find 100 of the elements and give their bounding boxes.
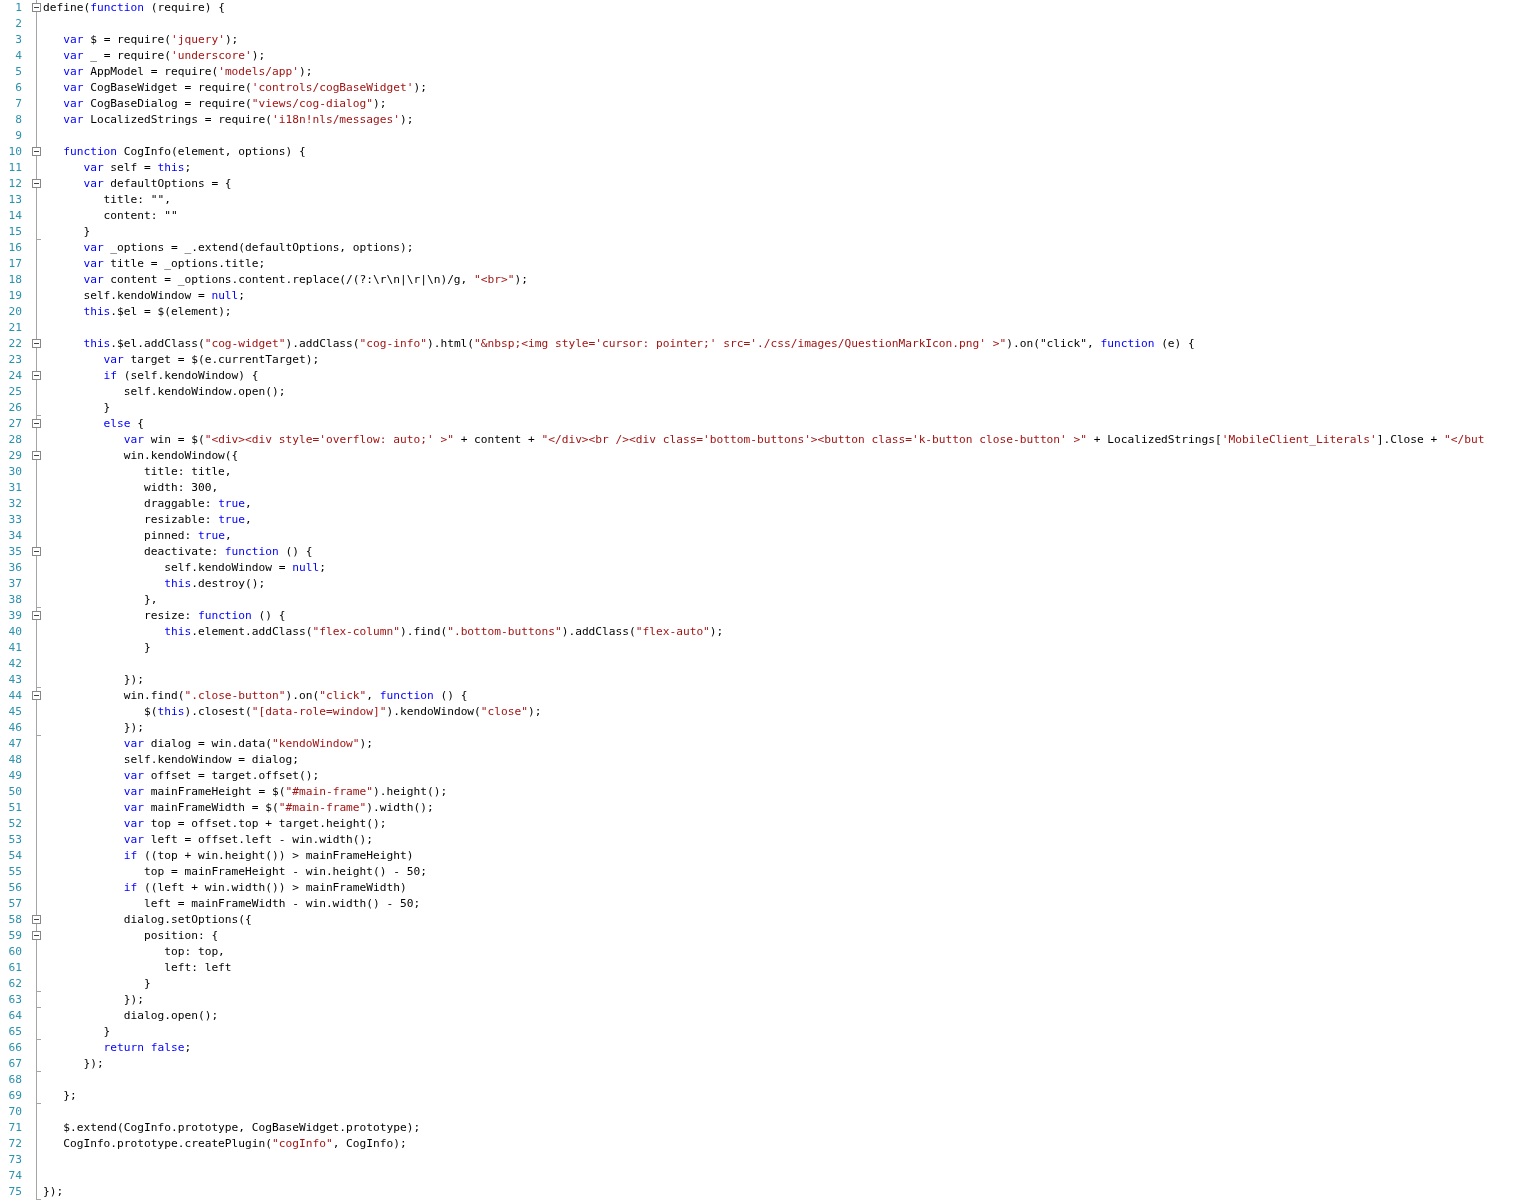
line-number: 18 — [7, 272, 22, 288]
line-number: 8 — [14, 112, 22, 128]
code-line: self.kendoWindow = null; — [163, 560, 326, 576]
code-line: }); — [122, 720, 145, 736]
code-line: dialog.open(); — [122, 1008, 219, 1024]
code-line: var self = this; — [82, 160, 192, 176]
line-number: 59 — [7, 928, 22, 944]
code-line: draggable: true, — [143, 496, 252, 512]
code-line: if ((top + win.height()) > mainFrameHeight) — [122, 848, 414, 864]
code-line: title: "", — [102, 192, 171, 208]
code-line: this.element.addClass("flex-column").find(".bottom-buttons").addClass("flex-auto"); — [163, 624, 724, 640]
line-number: 16 — [7, 240, 22, 256]
line-number: 61 — [7, 960, 22, 976]
collapse-icon[interactable] — [32, 611, 41, 620]
line-number: 2 — [14, 16, 22, 32]
code-line: var LocalizedStrings = require('i18n!nls/messages'); — [62, 112, 414, 128]
code-line: return false; — [102, 1040, 192, 1056]
code-line: var top = offset.top + target.height(); — [122, 816, 387, 832]
collapse-icon[interactable] — [32, 931, 41, 940]
collapse-icon[interactable] — [32, 339, 41, 348]
line-number: 5 — [14, 64, 22, 80]
line-number: 12 — [7, 176, 22, 192]
line-number: 7 — [14, 96, 22, 112]
code-line: if ((left + win.width()) > mainFrameWidth) — [122, 880, 407, 896]
code-line: function CogInfo(element, options) { — [62, 144, 306, 160]
code-line: var defaultOptions = { — [82, 176, 232, 192]
collapse-icon[interactable] — [32, 179, 41, 188]
line-number: 46 — [7, 720, 22, 736]
line-number: 22 — [7, 336, 22, 352]
code-line: pinned: true, — [143, 528, 232, 544]
code-line: var title = _options.title; — [82, 256, 266, 272]
collapse-icon[interactable] — [32, 451, 41, 460]
code-line: define(function (require) { — [43, 0, 225, 16]
code-line: var mainFrameHeight = $("#main-frame").height(); — [122, 784, 448, 800]
code-line: left: left — [163, 960, 232, 976]
code-line: resize: function () { — [143, 608, 286, 624]
line-number: 48 — [7, 752, 22, 768]
code-line: } — [143, 640, 151, 656]
collapse-icon[interactable] — [32, 691, 41, 700]
collapse-icon[interactable] — [32, 3, 41, 12]
line-number: 36 — [7, 560, 22, 576]
line-number: 70 — [7, 1104, 22, 1120]
line-number: 67 — [7, 1056, 22, 1072]
line-number: 34 — [7, 528, 22, 544]
line-number: 20 — [7, 304, 22, 320]
line-number: 31 — [7, 480, 22, 496]
line-number: 21 — [7, 320, 22, 336]
code-line: self.kendoWindow = dialog; — [122, 752, 299, 768]
collapse-icon[interactable] — [32, 419, 41, 428]
line-number: 30 — [7, 464, 22, 480]
line-number: 51 — [7, 800, 22, 816]
line-number: 60 — [7, 944, 22, 960]
line-number: 44 — [7, 688, 22, 704]
code-line: top = mainFrameHeight - win.height() - 50; — [143, 864, 427, 880]
line-number: 33 — [7, 512, 22, 528]
collapse-icon[interactable] — [32, 915, 41, 924]
code-line: resizable: true, — [143, 512, 252, 528]
line-number: 39 — [7, 608, 22, 624]
code-line: }); — [43, 1184, 64, 1200]
line-number: 42 — [7, 656, 22, 672]
line-number: 49 — [7, 768, 22, 784]
line-number: 1 — [14, 0, 22, 16]
line-number: 27 — [7, 416, 22, 432]
code-line: var CogBaseWidget = require('controls/cogBaseWidget'); — [62, 80, 427, 96]
line-number: 62 — [7, 976, 22, 992]
line-number: 26 — [7, 400, 22, 416]
code-line: this.$el.addClass("cog-widget").addClass("cog-info").html("&nbsp;<img style='cursor: pointer;' src='./css/images/QuestionMarkIcon.png' >").on("click", function (e) { — [82, 336, 1195, 352]
line-number: 68 — [7, 1072, 22, 1088]
collapse-icon[interactable] — [32, 371, 41, 380]
line-number: 9 — [14, 128, 22, 144]
line-number: 10 — [7, 144, 22, 160]
code-line: this.destroy(); — [163, 576, 266, 592]
line-number: 43 — [7, 672, 22, 688]
line-number: 35 — [7, 544, 22, 560]
line-number: 55 — [7, 864, 22, 880]
code-line: self.kendoWindow.open(); — [122, 384, 286, 400]
line-number: 28 — [7, 432, 22, 448]
collapse-icon[interactable] — [32, 147, 41, 156]
code-line: win.find(".close-button").on("click", function () { — [122, 688, 468, 704]
code-line: if (self.kendoWindow) { — [102, 368, 259, 384]
code-line: var offset = target.offset(); — [122, 768, 320, 784]
code-line: dialog.setOptions({ — [122, 912, 252, 928]
collapse-icon[interactable] — [32, 547, 41, 556]
line-number: 24 — [7, 368, 22, 384]
line-number: 47 — [7, 736, 22, 752]
line-number: 14 — [7, 208, 22, 224]
code-line: this.$el = $(element); — [82, 304, 232, 320]
code-line: win.kendoWindow({ — [122, 448, 239, 464]
line-number: 4 — [14, 48, 22, 64]
line-number: 13 — [7, 192, 22, 208]
line-number: 32 — [7, 496, 22, 512]
code-line: else { — [102, 416, 145, 432]
code-line: content: "" — [102, 208, 178, 224]
line-number: 17 — [7, 256, 22, 272]
line-number: 19 — [7, 288, 22, 304]
line-number: 50 — [7, 784, 22, 800]
code-line: $(this).closest("[data-role=window]").kendoWindow("close"); — [143, 704, 542, 720]
code-line: }); — [82, 1056, 104, 1072]
code-line: left = mainFrameWidth - win.width() - 50; — [143, 896, 421, 912]
line-number: 63 — [7, 992, 22, 1008]
